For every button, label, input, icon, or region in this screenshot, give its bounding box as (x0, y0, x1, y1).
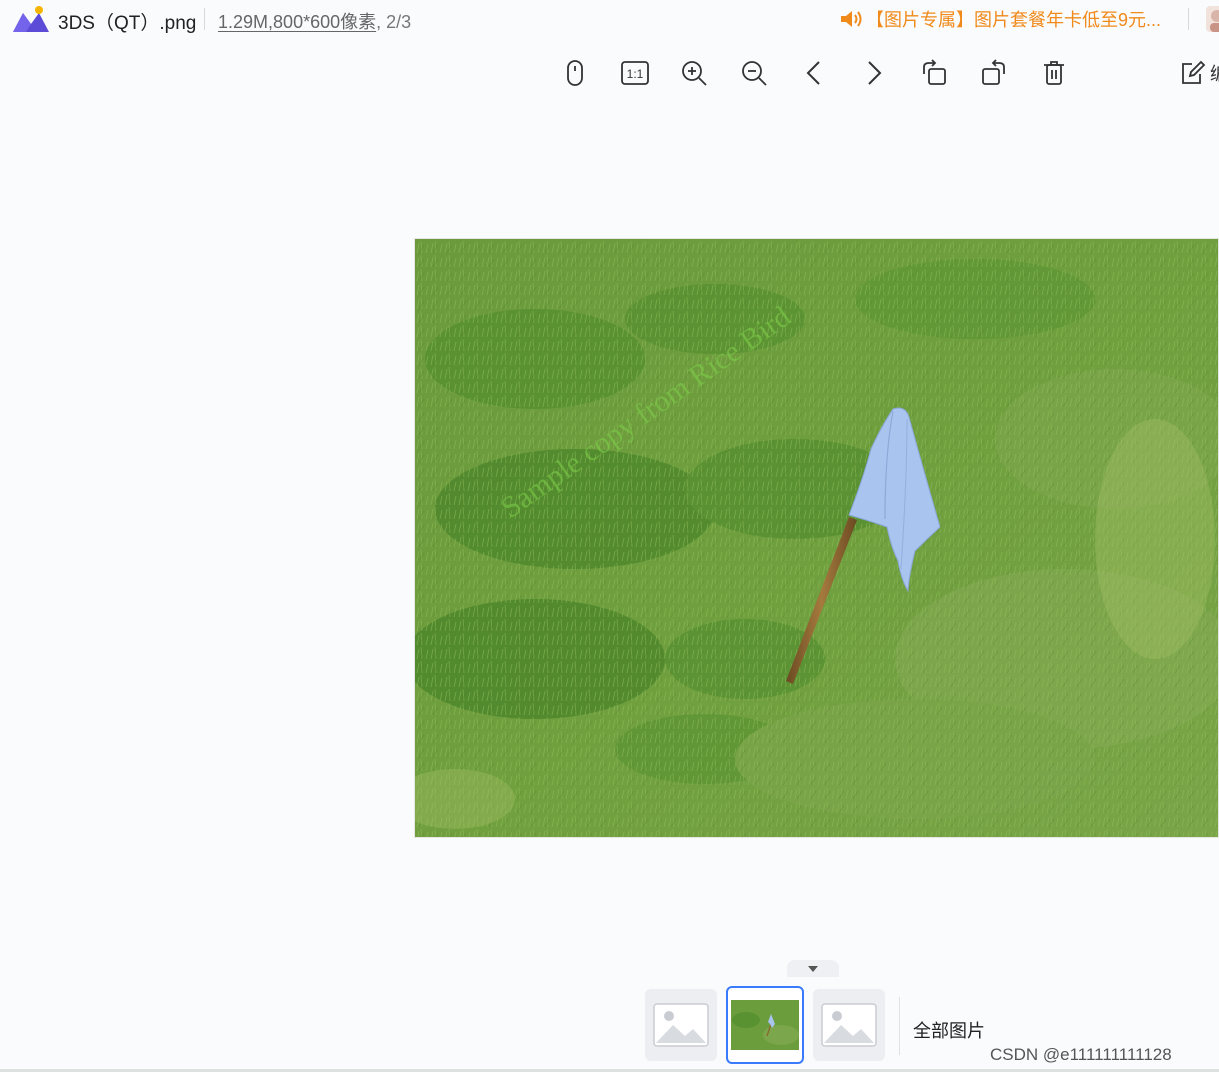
rotate-right-button[interactable] (976, 55, 1012, 91)
image-viewer[interactable]: Sample copy from Rice Bird (414, 238, 1219, 838)
zoom-in-icon (682, 61, 707, 86)
file-meta: 1.29M,800*600像素, 2/3 (218, 8, 411, 34)
edit-button[interactable] (1175, 55, 1211, 91)
image-placeholder-icon (653, 1003, 709, 1047)
divider (899, 997, 900, 1055)
promo-text: 【图片专属】图片套餐年卡低至9元... (866, 10, 1162, 30)
file-dimensions[interactable]: ,800*600像素 (268, 12, 376, 32)
mouse-icon (567, 60, 583, 86)
chevron-right-icon (868, 61, 882, 85)
zoom-in-button[interactable] (676, 55, 712, 91)
divider (204, 8, 205, 30)
caret-down-icon (808, 965, 818, 972)
image-placeholder-icon (821, 1003, 877, 1047)
trash-icon (1044, 61, 1064, 85)
zoom-out-icon (742, 61, 767, 86)
thumbnail-placeholder[interactable] (813, 989, 885, 1061)
app-logo-icon (13, 6, 49, 32)
thumbnail-placeholder[interactable] (645, 989, 717, 1061)
next-button[interactable] (856, 55, 892, 91)
divider (1188, 8, 1189, 30)
title-bar: 3DS（QT）.png 1.29M,800*600像素, 2/3 【图片专属】图… (0, 0, 1219, 40)
speaker-icon (841, 11, 862, 27)
chevron-left-icon (806, 61, 820, 85)
previous-button[interactable] (796, 55, 832, 91)
rotate-right-icon (982, 59, 1005, 85)
rotate-left-icon (923, 59, 946, 85)
file-name: 3DS（QT）.png (58, 13, 197, 34)
mouse-mode-button[interactable] (557, 55, 593, 91)
csdn-watermark: CSDN @e111111111128 (990, 1045, 1172, 1064)
edit-icon (1182, 60, 1206, 84)
zoom-out-button[interactable] (736, 55, 772, 91)
delete-button[interactable] (1036, 55, 1072, 91)
rotate-left-button[interactable] (916, 55, 952, 91)
edit-label: 编 (1210, 60, 1219, 86)
actual-size-button[interactable]: 1:1 (617, 55, 653, 91)
one-to-one-icon: 1:1 (621, 61, 649, 85)
strip-collapse-toggle[interactable] (787, 960, 839, 977)
grass-flag-thumbnail (731, 1000, 799, 1050)
promo-link[interactable]: 【图片专属】图片套餐年卡低至9元... (838, 6, 1161, 32)
svg-text:1:1: 1:1 (627, 67, 644, 81)
file-size[interactable]: 1.29M (218, 12, 268, 32)
thumbnail-active[interactable] (726, 986, 804, 1064)
image-position: , 2/3 (376, 12, 412, 32)
avatar[interactable] (1206, 6, 1219, 32)
toolbar: 1:1 编 (0, 40, 1219, 110)
thumbnail-strip: 全部图片 (640, 977, 985, 1072)
all-images-link[interactable]: 全部图片 (913, 1017, 985, 1043)
grass-flag-photo: Sample copy from Rice Bird (415, 239, 1218, 837)
